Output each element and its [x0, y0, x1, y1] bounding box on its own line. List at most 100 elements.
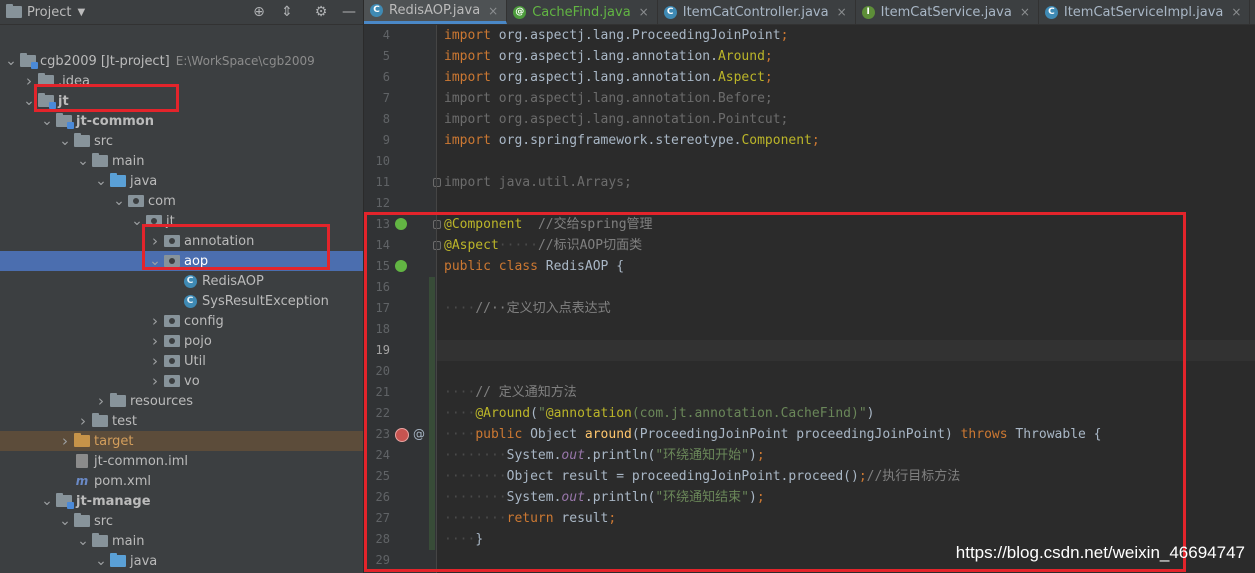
expanded-arrow-icon[interactable]: ⌄	[76, 534, 90, 548]
tree-item[interactable]: ⌄ jt	[0, 91, 363, 111]
editor-tab[interactable]: C ItemCatController.java ×	[658, 0, 856, 24]
spring-bean-icon[interactable]	[395, 218, 407, 230]
tree-item[interactable]: ⌄ cgb2009 [Jt-project] E:\WorkSpace\cgb200…	[0, 51, 363, 71]
code-area[interactable]: import org.aspectj.lang.ProceedingJoinPo…	[437, 25, 1255, 573]
tree-item[interactable]: jt-common.iml	[0, 451, 363, 471]
tree-item[interactable]: ⌄ src	[0, 131, 363, 151]
code-line[interactable]: ····// 定义通知方法	[437, 382, 1255, 403]
close-icon[interactable]: ×	[1020, 5, 1030, 19]
collapsed-arrow-icon[interactable]: ›	[58, 431, 72, 451]
code-line[interactable]: import org.aspectj.lang.annotation.Aspec…	[437, 67, 1255, 88]
code-line[interactable]: ····//··定义切入点表达式	[437, 298, 1255, 319]
tree-item[interactable]: › resources	[0, 391, 363, 411]
project-view-selector[interactable]: Project ▼	[0, 4, 85, 20]
expanded-arrow-icon[interactable]: ⌄	[40, 114, 54, 128]
tree-item[interactable]: › .idea	[0, 71, 363, 91]
code-line[interactable]	[437, 340, 1255, 361]
expanded-arrow-icon[interactable]: ⌄	[94, 554, 108, 568]
tree-item[interactable]: ⌄ jt	[0, 211, 363, 231]
code-line[interactable]: ····@Around("@annotation(com.jt.annotati…	[437, 403, 1255, 424]
code-line[interactable]: import org.aspectj.lang.annotation.Aroun…	[437, 46, 1255, 67]
expanded-arrow-icon[interactable]: ⌄	[4, 54, 18, 68]
expanded-arrow-icon[interactable]: ⌄	[40, 494, 54, 508]
editor-tab[interactable]: C RedisAOP.java ×	[364, 0, 508, 24]
code-line[interactable]: import org.aspectj.lang.annotation.Point…	[437, 109, 1255, 130]
code-line[interactable]	[437, 319, 1255, 340]
tree-item[interactable]: › test	[0, 411, 363, 431]
code-line[interactable]: ········return result;	[437, 508, 1255, 529]
collapsed-arrow-icon[interactable]: ›	[22, 71, 36, 91]
tree-item[interactable]: m pom.xml	[0, 471, 363, 491]
locate-icon[interactable]: ⊕	[251, 4, 267, 20]
collapse-all-icon[interactable]: ⇕	[279, 4, 295, 20]
collapsed-arrow-icon[interactable]: ›	[76, 411, 90, 431]
code-line[interactable]: import org.aspectj.lang.annotation.Befor…	[437, 88, 1255, 109]
code-line[interactable]: ········System.out.println("环绕通知结束");	[437, 487, 1255, 508]
tree-item[interactable]: ⌄ jt-manage	[0, 491, 363, 511]
code-line[interactable]: ····public Object around(ProceedingJoinP…	[437, 424, 1255, 445]
at-marker-icon[interactable]: @	[413, 428, 425, 440]
tree-item[interactable]: › config	[0, 311, 363, 331]
close-icon[interactable]: ×	[488, 4, 498, 18]
expanded-arrow-icon[interactable]: ⌄	[58, 514, 72, 528]
close-icon[interactable]: ×	[1231, 5, 1241, 19]
collapsed-arrow-icon[interactable]: ›	[148, 331, 162, 351]
expanded-arrow-icon[interactable]: ⌄	[76, 154, 90, 168]
tree-item[interactable]: C RedisAOP	[0, 271, 363, 291]
tree-item[interactable]: › Util	[0, 351, 363, 371]
code-line[interactable]: import org.springframework.stereotype.Co…	[437, 130, 1255, 151]
code-line[interactable]	[437, 361, 1255, 382]
watermark: https://blog.csdn.net/weixin_46694747	[955, 543, 1245, 562]
editor-tab[interactable]: C ItemCatServiceImpl.java ×	[1039, 0, 1251, 24]
expanded-arrow-icon[interactable]: ⌄	[130, 214, 144, 228]
tree-item[interactable]: › pojo	[0, 331, 363, 351]
tree-item-label: main	[112, 153, 145, 169]
tree-item[interactable]: › annotation	[0, 231, 363, 251]
tree-item[interactable]: ⌄ main	[0, 151, 363, 171]
expanded-arrow-icon[interactable]: ⌄	[112, 194, 126, 208]
tree-item[interactable]: › vo	[0, 371, 363, 391]
tree-item[interactable]: ⌄ jt-common	[0, 111, 363, 131]
collapsed-arrow-icon[interactable]: ›	[148, 311, 162, 331]
collapsed-arrow-icon[interactable]: ›	[148, 351, 162, 371]
settings-icon[interactable]: ⚙	[313, 4, 329, 20]
code-line[interactable]: @Component //交给spring管理	[437, 214, 1255, 235]
code-line[interactable]: ········System.out.println("环绕通知开始");	[437, 445, 1255, 466]
tree-item[interactable]: › target	[0, 431, 363, 451]
vcs-change-marker[interactable]	[429, 277, 435, 550]
class-icon: C	[663, 5, 677, 19]
expanded-arrow-icon[interactable]: ⌄	[22, 94, 36, 108]
advice-method-icon[interactable]	[395, 428, 409, 442]
editor-tab[interactable]: @ CacheFind.java ×	[507, 0, 658, 24]
tree-item[interactable]: ⌄ src	[0, 511, 363, 531]
code-token: import org.aspectj.lang.annotation.Befor…	[444, 91, 773, 106]
collapsed-arrow-icon[interactable]: ›	[148, 231, 162, 251]
tree-item[interactable]: ⌄ aop	[0, 251, 363, 271]
code-line[interactable]	[437, 193, 1255, 214]
code-line[interactable]: import org.aspectj.lang.ProceedingJoinPo…	[437, 25, 1255, 46]
code-line[interactable]	[437, 151, 1255, 172]
code-line[interactable]	[437, 277, 1255, 298]
code-line[interactable]: ········Object result = proceedingJoinPo…	[437, 466, 1255, 487]
collapsed-arrow-icon[interactable]: ›	[148, 371, 162, 391]
package-icon	[146, 214, 162, 228]
tree-item[interactable]: ⌄ com	[0, 191, 363, 211]
tree-item[interactable]: C SysResultException	[0, 291, 363, 311]
spring-aspect-icon[interactable]	[395, 260, 407, 272]
expanded-arrow-icon[interactable]: ⌄	[58, 134, 72, 148]
expanded-arrow-icon[interactable]: ⌄	[148, 254, 162, 268]
hide-icon[interactable]: —	[341, 4, 357, 20]
module-folder-icon	[20, 53, 38, 69]
code-line[interactable]: import java.util.Arrays;	[437, 172, 1255, 193]
editor-tab[interactable]: I ItemCatService.java ×	[856, 0, 1039, 24]
code-line[interactable]: public class RedisAOP {	[437, 256, 1255, 277]
tree-item[interactable]: ⌄ java	[0, 171, 363, 191]
code-line[interactable]: @Aspect·····//标识AOP切面类	[437, 235, 1255, 256]
tree-item[interactable]: ⌄ main	[0, 531, 363, 551]
expanded-arrow-icon[interactable]: ⌄	[94, 174, 108, 188]
close-icon[interactable]: ×	[837, 5, 847, 19]
tree-item[interactable]: ⌄ java	[0, 551, 363, 571]
collapsed-arrow-icon[interactable]: ›	[94, 391, 108, 411]
class-icon: C	[370, 4, 383, 17]
close-icon[interactable]: ×	[639, 5, 649, 19]
